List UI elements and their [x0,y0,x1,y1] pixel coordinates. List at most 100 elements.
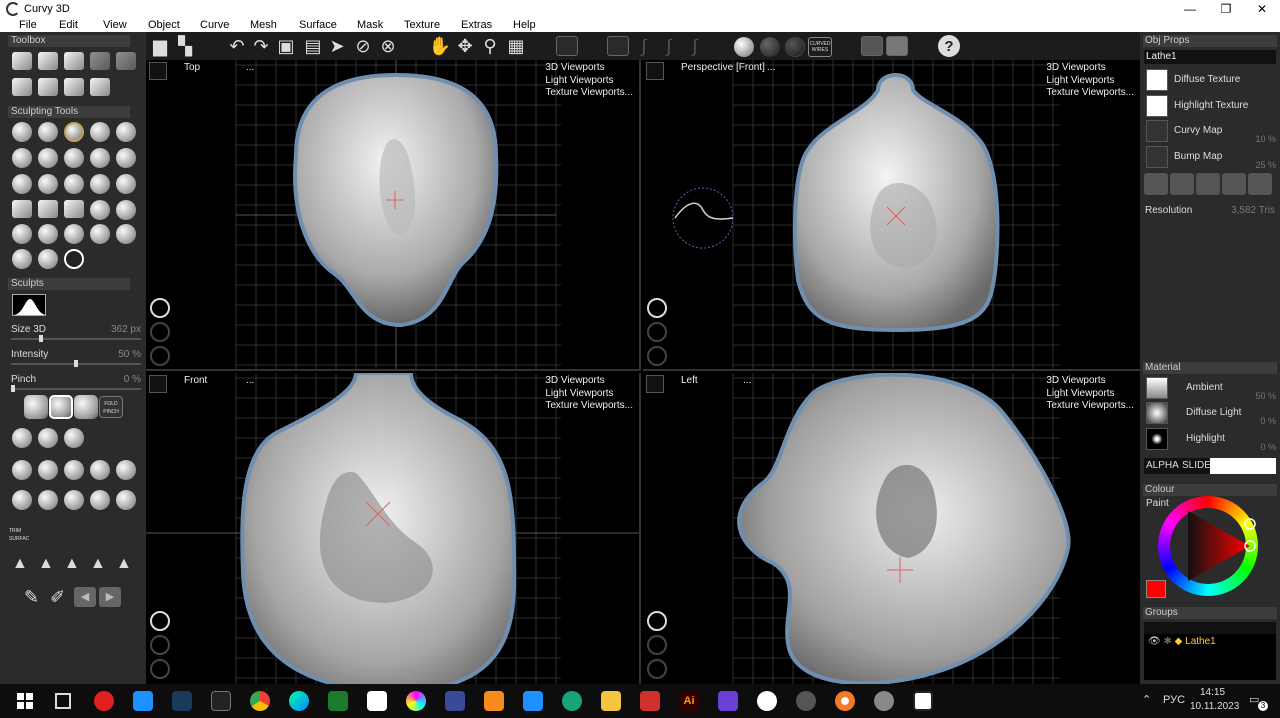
curve-draw-icon[interactable] [556,36,578,56]
lock-icon[interactable]: ✱ [1163,636,1171,647]
stamp-tool-1-icon[interactable]: ▲ [12,555,28,573]
steam-icon[interactable] [172,691,192,711]
size-3d-track[interactable] [11,338,141,340]
texture-preset-4-icon[interactable] [1222,173,1246,195]
detail-tool-4-icon[interactable] [90,460,110,480]
viewport-perspective-light[interactable]: Light Viewports [1046,75,1134,88]
viewport-perspective-3d[interactable]: 3D Viewports [1046,62,1134,75]
save-as-icon[interactable]: ▚ [174,35,196,57]
curved-wires-button[interactable]: CURVED WIRES [808,37,832,57]
wire-shaded-view-icon[interactable] [760,37,780,57]
toolbox-tool-2-icon[interactable] [38,52,58,70]
sculpt-tool-6-icon[interactable] [12,148,32,168]
alpha-preview[interactable] [1210,458,1276,474]
stamp-tool-2-icon[interactable]: ▲ [38,555,54,573]
toolbox-tool-6-icon[interactable] [12,78,32,96]
tray-chevron-icon[interactable]: ⌃ [1142,693,1151,706]
diffuse-light-swatch[interactable] [1146,402,1168,424]
sculpt-tool-4-icon[interactable] [90,122,110,142]
curvy-map-row[interactable]: Curvy Map 10 % [1144,120,1276,144]
viewport-top[interactable]: Top ... 3D Viewports Light Viewports Tex… [146,60,641,371]
viewport-perspective[interactable]: Perspective [Front] ... 3D Viewports Lig… [643,60,1140,371]
settings-app-icon[interactable] [874,691,894,711]
viewport-front-dots[interactable]: ... [246,375,254,386]
intensity-thumb[interactable] [74,360,78,367]
inkscape-icon[interactable] [367,691,387,711]
viewport-left-menu-icon[interactable] [646,375,664,393]
model-top-view[interactable] [146,60,641,371]
viewport-perspective-dots[interactable]: ... [767,62,775,73]
pinch-track[interactable] [11,388,141,390]
visibility-eye-icon[interactable]: 👁 [1148,636,1161,647]
model-left-view[interactable] [643,373,1140,684]
colour-wheel[interactable] [1158,496,1258,596]
menu-mesh[interactable]: Mesh [250,18,277,32]
flat-view-icon[interactable] [861,36,883,56]
curvy-3d-task-icon[interactable] [796,691,816,711]
toolbox-rotate-icon[interactable] [64,78,84,96]
grid-icon[interactable]: ▦ [505,35,527,57]
menu-object[interactable]: Object [148,18,180,32]
drop-tool-2-icon[interactable] [38,428,58,448]
sculpt-tool-22-icon[interactable] [38,224,58,244]
sculpt-tool-7-icon[interactable] [38,148,58,168]
viewport-left-3d[interactable]: 3D Viewports [1046,375,1134,388]
stamp-tool-3-icon[interactable]: ▲ [64,555,80,573]
detail-tool-6-icon[interactable] [12,490,32,510]
yandex-icon[interactable] [757,691,777,711]
sculpt-tool-5-icon[interactable] [116,122,136,142]
office-app-icon[interactable] [484,691,504,711]
wireframe-view-icon[interactable] [785,37,805,57]
sculpt-tool-2-icon[interactable] [38,122,58,142]
sculpt-tool-19-icon[interactable] [90,200,110,220]
texture-preset-3-icon[interactable] [1196,173,1220,195]
toolbox-tool-4-icon[interactable] [90,52,110,70]
highlight-texture-swatch[interactable] [1146,95,1168,117]
undo-icon[interactable]: ↶ [226,35,248,57]
viewport-left-pan-icon[interactable] [647,635,667,655]
spline-tool-3-icon[interactable]: ∫ [658,35,680,57]
sculpt-tool-18-icon[interactable] [64,200,84,218]
menu-curve[interactable]: Curve [200,18,229,32]
fold-pinch-button[interactable]: FOLD PINCH [99,396,123,418]
blender-icon[interactable] [835,691,855,711]
viewport-left-texture[interactable]: Texture Viewports... [1046,400,1134,413]
clock-time[interactable]: 14:15 [1200,687,1225,698]
redo-icon[interactable]: ↷ [250,35,272,57]
viewport-front[interactable]: Front ... 3D Viewports Light Viewports T… [146,373,641,684]
zoom-icon[interactable]: ⚲ [479,35,501,57]
trim-surface-button[interactable]: TRIM SURFAC [9,522,35,544]
size-3d-thumb[interactable] [38,335,43,342]
viewport-top-texture[interactable]: Texture Viewports... [545,87,633,100]
help-icon[interactable]: ? [938,35,960,57]
viewport-perspective-texture[interactable]: Texture Viewports... [1046,87,1134,100]
viewport-front-orbit-icon[interactable] [150,611,170,631]
battery-app-icon[interactable] [328,691,348,711]
clock-date[interactable]: 10.11.2023 [1190,701,1239,712]
spline-tool-2-icon[interactable]: ∫ [633,35,655,57]
bump-map-row[interactable]: Bump Map 25 % [1144,146,1276,170]
deselect-icon[interactable]: ⊘ [352,35,374,57]
sculpt-tool-17-icon[interactable] [38,200,58,218]
alpha-tab[interactable]: ALPHA [1146,460,1179,471]
diffuse-texture-row[interactable]: Diffuse Texture [1144,69,1276,91]
chrome-icon[interactable] [250,691,270,711]
brush-profile-preview[interactable] [12,294,46,316]
shaded-view-icon[interactable] [734,37,754,57]
sculpt-tool-11-icon[interactable] [12,174,32,194]
viewport-top-light[interactable]: Light Viewports [545,75,633,88]
viewport-front-3d[interactable]: 3D Viewports [545,375,633,388]
opera-icon[interactable] [94,691,114,711]
viewport-front-light[interactable]: Light Viewports [545,388,633,401]
detail-tool-10-icon[interactable] [116,490,136,510]
start-windows-icon[interactable] [17,693,33,709]
pan-hand-icon[interactable]: ✋ [429,35,451,57]
viewport-left-zoom-icon[interactable] [647,659,667,679]
drop-tool-3-icon[interactable] [64,428,84,448]
intensity-slider[interactable]: Intensity 50 % [11,349,141,371]
texture-preset-1-icon[interactable] [1144,173,1168,195]
detail-tool-2-icon[interactable] [38,460,58,480]
pinch-thumb[interactable] [11,385,15,392]
sculpt-tool-1-icon[interactable] [12,122,32,142]
minimize-button[interactable]: — [1172,0,1208,18]
